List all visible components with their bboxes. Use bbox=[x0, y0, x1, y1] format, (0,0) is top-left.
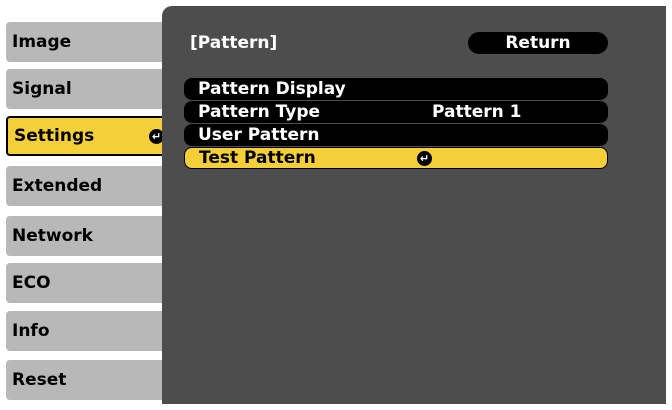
menu-item-label: ECO bbox=[12, 273, 51, 293]
menu-item-label: Info bbox=[12, 321, 50, 341]
menu-item-reset[interactable]: Reset bbox=[6, 360, 174, 400]
row-pattern-type[interactable]: Pattern Type Pattern 1 bbox=[184, 101, 608, 123]
menu-item-settings[interactable]: Settings ↵ bbox=[6, 116, 174, 156]
menu-item-network[interactable]: Network bbox=[6, 216, 174, 256]
row-value: Pattern 1 bbox=[432, 102, 522, 122]
menu-item-label: Reset bbox=[12, 370, 67, 390]
menu-item-label: Network bbox=[12, 226, 93, 246]
menu-item-extended[interactable]: Extended bbox=[6, 166, 174, 206]
settings-menu: Image Signal Settings ↵ Extended Network… bbox=[0, 0, 176, 410]
menu-item-eco[interactable]: ECO bbox=[6, 263, 174, 303]
row-pattern-display[interactable]: Pattern Display bbox=[184, 78, 608, 100]
enter-icon: ↵ bbox=[417, 151, 432, 166]
row-user-pattern[interactable]: User Pattern bbox=[184, 124, 608, 146]
row-test-pattern[interactable]: Test Pattern ↵ bbox=[184, 147, 608, 169]
menu-item-label: Extended bbox=[12, 176, 103, 196]
menu-item-signal[interactable]: Signal bbox=[6, 69, 174, 109]
row-label: Pattern Display bbox=[198, 79, 346, 99]
row-label: Pattern Type bbox=[198, 102, 321, 122]
return-button[interactable]: Return bbox=[468, 32, 608, 54]
pattern-options-list: Pattern Display Pattern Type Pattern 1 U… bbox=[184, 78, 608, 170]
row-label: Test Pattern bbox=[199, 148, 316, 168]
menu-item-label: Image bbox=[12, 32, 72, 52]
row-label: User Pattern bbox=[198, 125, 320, 145]
pattern-panel: [Pattern] Return Pattern Display Pattern… bbox=[162, 6, 666, 404]
menu-item-label: Settings bbox=[14, 126, 95, 146]
menu-item-info[interactable]: Info bbox=[6, 311, 174, 351]
menu-item-image[interactable]: Image bbox=[6, 22, 174, 62]
menu-item-label: Signal bbox=[12, 79, 72, 99]
panel-title: [Pattern] bbox=[190, 33, 278, 53]
